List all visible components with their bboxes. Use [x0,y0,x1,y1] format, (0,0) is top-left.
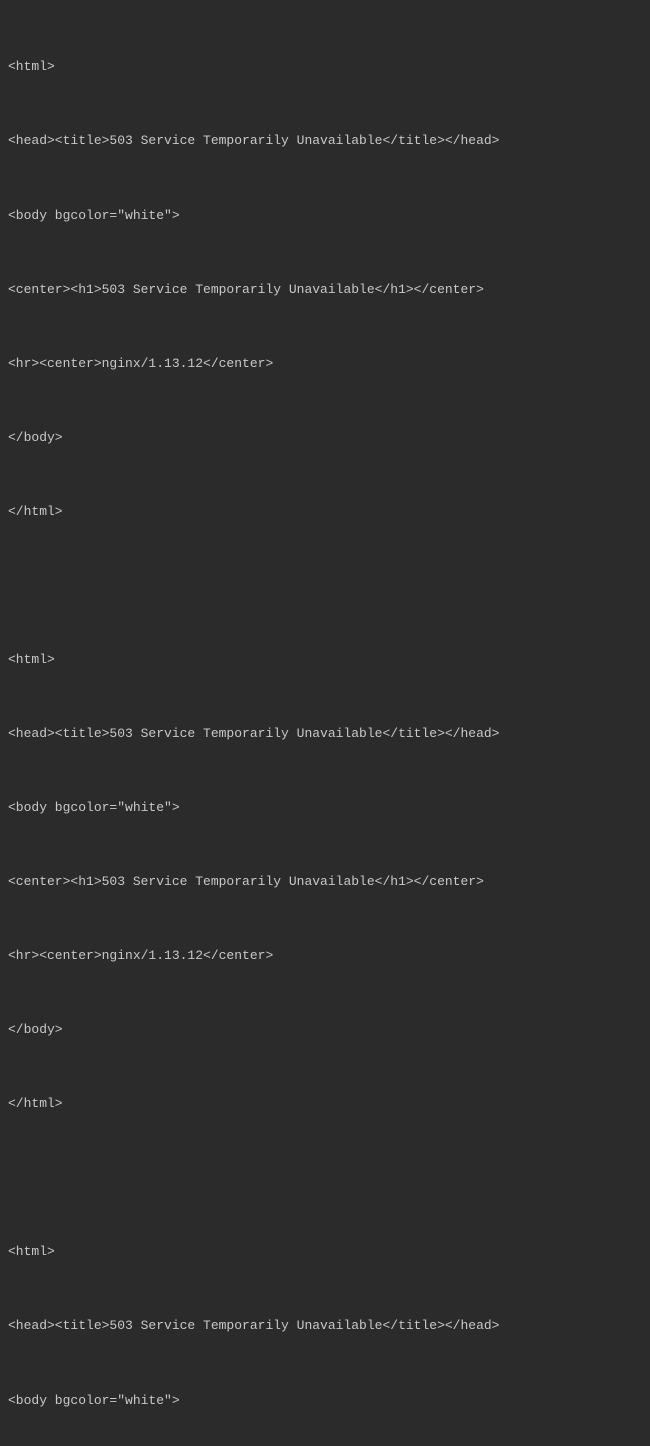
code-line: <hr><center>nginx/1.13.12</center> [8,944,642,969]
blank-line [8,1166,642,1191]
code-line: </html> [8,500,642,525]
code-line: <head><title>503 Service Temporarily Una… [8,129,642,154]
code-output: <html> <head><title>503 Service Temporar… [8,6,642,1446]
code-line: <body bgcolor="white"> [8,204,642,229]
code-line: <center><h1>503 Service Temporarily Unav… [8,870,642,895]
code-line: <html> [8,1240,642,1265]
code-line: <html> [8,55,642,80]
code-line: <head><title>503 Service Temporarily Una… [8,1314,642,1339]
code-line: <html> [8,648,642,673]
code-line: <body bgcolor="white"> [8,796,642,821]
code-line: <body bgcolor="white"> [8,1389,642,1414]
code-line: </html> [8,1092,642,1117]
blank-line [8,574,642,599]
code-line: <head><title>503 Service Temporarily Una… [8,722,642,747]
code-line: <center><h1>503 Service Temporarily Unav… [8,278,642,303]
code-line: </body> [8,426,642,451]
code-line: <hr><center>nginx/1.13.12</center> [8,352,642,377]
code-line: </body> [8,1018,642,1043]
